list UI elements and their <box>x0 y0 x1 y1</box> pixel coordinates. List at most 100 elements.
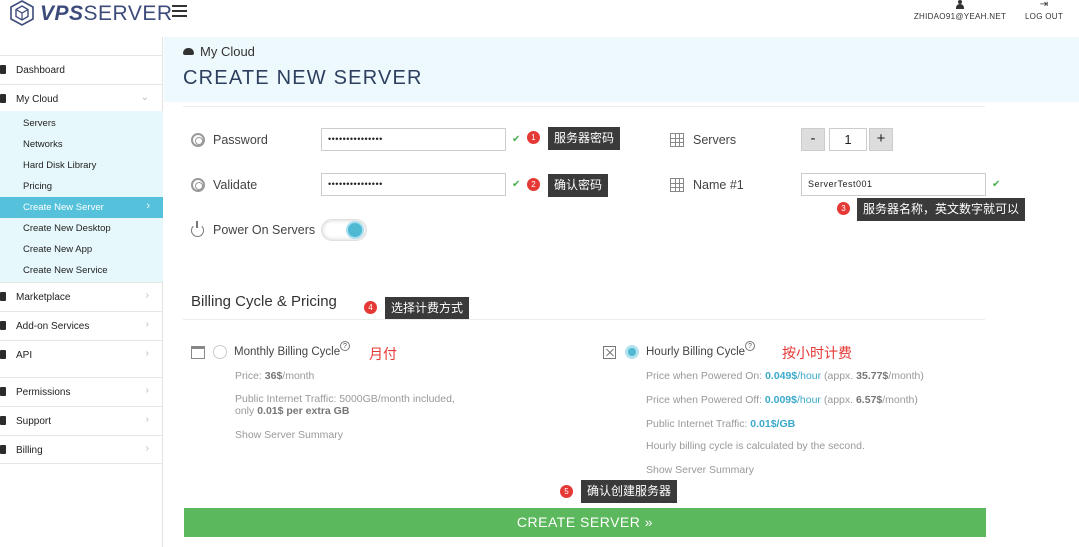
sidebar-item-billing[interactable]: Billing › <box>0 435 163 464</box>
check-icon: ✔ <box>512 179 521 190</box>
logout-button[interactable]: ⇥ LOG OUT <box>1020 0 1068 21</box>
annotation-label: 服务器名称，英文数字就可以 <box>857 198 1026 221</box>
power-on-label: Power On Servers <box>213 223 316 237</box>
sidebar-item-permissions[interactable]: Permissions › <box>0 377 163 406</box>
server-name-field[interactable]: ServerTest001 <box>801 173 986 196</box>
top-bar: VPSSERVER ZHIDAO91@YEAH.NET ⇥ LOG OUT <box>0 0 1079 36</box>
annotation-label: 确认密码 <box>548 174 609 197</box>
divider <box>183 319 985 320</box>
toggle-knob <box>346 221 364 239</box>
submenu-item-hard-disk-library[interactable]: Hard Disk Library <box>0 155 163 176</box>
chevron-right-icon: › <box>145 290 149 301</box>
sidebar-item-label: Permissions <box>16 387 71 398</box>
monthly-price: Price: 36$/month <box>235 370 315 382</box>
create-server-button[interactable]: CREATE SERVER » <box>184 508 986 537</box>
monthly-billing-radio[interactable] <box>213 345 227 359</box>
annotation-label: 选择计费方式 <box>385 297 470 320</box>
sidebar: Dashboard My Cloud ⌄ Servers Networks Ha… <box>0 37 163 547</box>
calendar-icon <box>191 346 205 359</box>
servers-count-field[interactable]: 1 <box>829 128 867 151</box>
monthly-billing-title: Monthly Billing Cycle <box>234 346 341 358</box>
breadcrumb[interactable]: My Cloud <box>183 44 255 59</box>
my-cloud-submenu: Servers Networks Hard Disk Library Prici… <box>0 111 163 283</box>
support-icon <box>0 416 6 425</box>
validate-label: Validate <box>213 178 258 192</box>
billing-section-title: Billing Cycle & Pricing <box>191 293 337 310</box>
monthly-traffic-line1: Public Internet Traffic: 5000GB/month in… <box>235 393 455 405</box>
annotation-label: 服务器密码 <box>548 127 621 150</box>
hourly-billing-title: Hourly Billing Cycle <box>646 346 746 358</box>
hourly-billing-radio[interactable] <box>625 345 639 359</box>
chevron-right-icon: › <box>145 385 149 396</box>
content-header: My Cloud CREATE NEW SERVER <box>164 37 1079 102</box>
check-icon: ✔ <box>992 179 1001 190</box>
divider <box>183 106 985 107</box>
user-icon <box>955 0 965 9</box>
page-title: CREATE NEW SERVER <box>183 67 423 89</box>
brand-logo[interactable]: VPSSERVER <box>10 0 172 28</box>
name-grid-icon <box>670 178 684 192</box>
power-icon <box>191 221 204 237</box>
hourly-icon <box>603 346 616 359</box>
increment-button[interactable]: + <box>869 128 893 151</box>
password-field[interactable]: ••••••••••••••• <box>321 128 506 151</box>
logo-text: VPSSERVER <box>40 2 173 25</box>
sidebar-item-label: Support <box>16 416 52 427</box>
sidebar-item-label: Dashboard <box>16 65 65 76</box>
sidebar-item-add-on-services[interactable]: Add-on Services › <box>0 311 163 340</box>
breadcrumb-label: My Cloud <box>200 44 255 59</box>
user-account[interactable]: ZHIDAO91@YEAH.NET <box>912 0 1008 21</box>
sidebar-item-api[interactable]: API › <box>0 340 163 369</box>
cloud-icon <box>0 94 6 103</box>
submenu-item-networks[interactable]: Networks <box>0 134 163 155</box>
fingerprint-icon <box>191 133 205 147</box>
sidebar-item-label: API <box>16 350 33 361</box>
sidebar-item-my-cloud[interactable]: My Cloud ⌄ <box>0 84 163 113</box>
submenu-item-create-new-service[interactable]: Create New Service <box>0 260 163 281</box>
annotation-number: 5 <box>560 485 573 498</box>
hourly-show-summary-link[interactable]: Show Server Summary <box>646 464 754 476</box>
marketplace-icon <box>0 292 6 301</box>
annotation-number: 4 <box>364 301 377 314</box>
power-on-toggle[interactable] <box>321 219 367 241</box>
sidebar-item-label: Billing <box>16 445 43 456</box>
cube-logo-icon <box>10 0 34 26</box>
logout-label: LOG OUT <box>1024 12 1064 21</box>
submenu-item-create-new-desktop[interactable]: Create New Desktop <box>0 218 163 239</box>
validate-password-field[interactable]: ••••••••••••••• <box>321 173 506 196</box>
password-label: Password <box>213 133 268 147</box>
submenu-item-create-new-server[interactable]: Create New Server › <box>0 197 163 218</box>
submenu-item-create-new-app[interactable]: Create New App <box>0 239 163 260</box>
hourly-price-off: Price when Powered Off: 0.009$/hour (app… <box>646 394 918 406</box>
submenu-item-pricing[interactable]: Pricing <box>0 176 163 197</box>
hourly-billing-note: Hourly billing cycle is calculated by th… <box>646 440 865 452</box>
help-icon[interactable]: ? <box>745 341 755 351</box>
chevron-right-icon: › <box>145 414 149 425</box>
hourly-traffic: Public Internet Traffic: 0.01$/GB <box>646 418 796 430</box>
sidebar-item-marketplace[interactable]: Marketplace › <box>0 282 163 311</box>
annotation-label: 确认创建服务器 <box>581 480 678 503</box>
annotation-number: 2 <box>527 178 540 191</box>
help-icon[interactable]: ? <box>340 341 350 351</box>
hamburger-menu-icon[interactable] <box>172 5 187 17</box>
annotation-number: 1 <box>527 131 540 144</box>
dashboard-icon <box>0 65 6 74</box>
sidebar-item-label: Marketplace <box>16 292 71 303</box>
user-email: ZHIDAO91@YEAH.NET <box>913 12 1007 21</box>
chevron-right-icon: › <box>146 200 150 212</box>
sidebar-item-dashboard[interactable]: Dashboard <box>0 55 163 84</box>
chevron-down-icon: ⌄ <box>140 92 149 103</box>
chevron-right-icon: › <box>145 319 149 330</box>
submenu-item-servers[interactable]: Servers <box>0 113 163 134</box>
api-icon <box>0 350 6 359</box>
servers-label: Servers <box>693 133 737 147</box>
sidebar-item-support[interactable]: Support › <box>0 406 163 435</box>
permissions-icon <box>0 387 6 396</box>
decrement-button[interactable]: - <box>801 128 825 151</box>
hourly-price-on: Price when Powered On: 0.049$/hour (appx… <box>646 370 924 382</box>
monthly-traffic-line2: only 0.01$ per extra GB <box>235 405 350 417</box>
create-server-label: CREATE SERVER <box>516 514 641 530</box>
servers-grid-icon <box>670 133 684 147</box>
check-icon: ✔ <box>512 134 521 145</box>
monthly-show-summary-link[interactable]: Show Server Summary <box>235 429 343 441</box>
